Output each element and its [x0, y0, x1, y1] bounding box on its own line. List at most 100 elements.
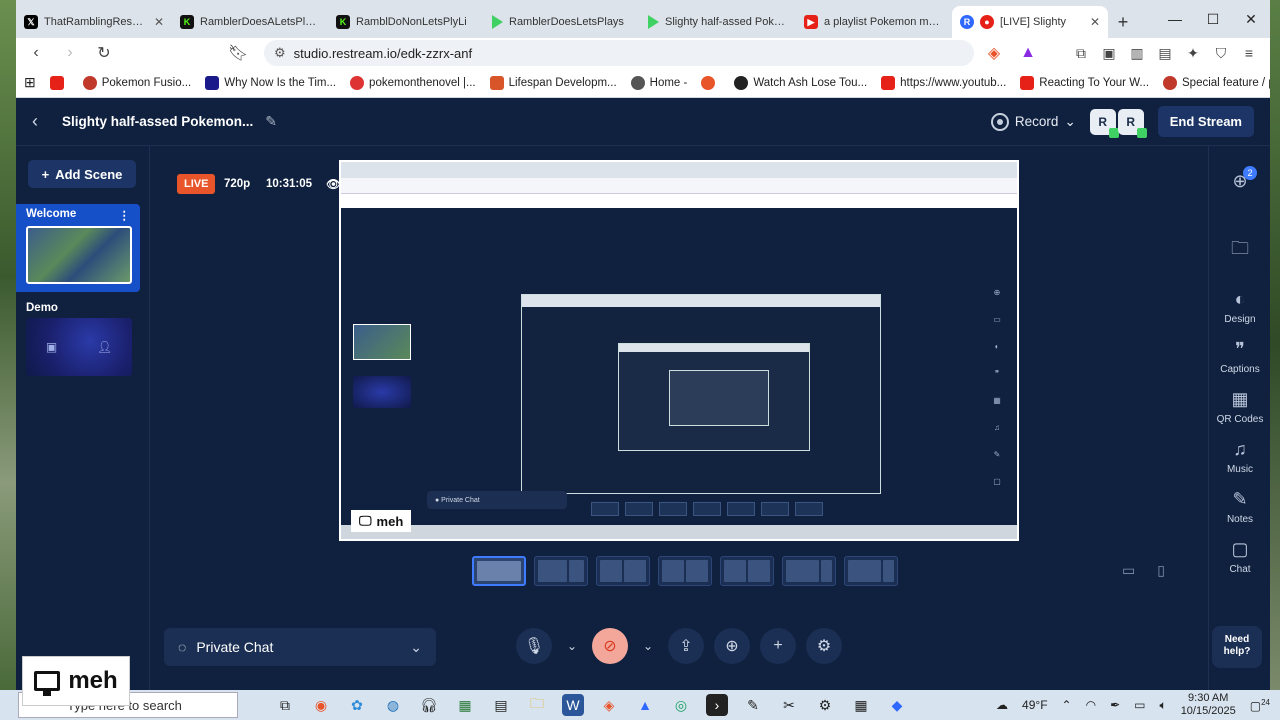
bookmark-item[interactable]: Reacting To Your W... — [1020, 75, 1149, 90]
design-button[interactable]: ◐ Design — [1209, 288, 1270, 326]
pen-icon[interactable]: ✒ — [1110, 698, 1120, 712]
need-help-button[interactable]: Need help? — [1212, 626, 1262, 668]
browser-tab[interactable]: Slighty half-assed Pokem — [640, 6, 796, 38]
extensions-icon[interactable]: ⧉ — [1072, 44, 1090, 62]
browser-tab[interactable]: 𝕏ThatRamblingResearcher✕ — [16, 6, 172, 38]
bookmark-item[interactable]: Special feature / pla... — [1163, 75, 1270, 90]
settings-icon[interactable]: ⚙ — [814, 694, 836, 716]
add-source-button[interactable]: + — [760, 628, 796, 664]
layout-option[interactable] — [658, 556, 712, 586]
bookmark-icon[interactable]: 🔖︎ — [224, 40, 252, 66]
chrome-icon[interactable]: ◎ — [670, 694, 692, 716]
paint-icon[interactable]: ✎ — [742, 694, 764, 716]
avatar[interactable]: R — [1117, 108, 1147, 138]
brave-shield-icon[interactable]: ◈ — [980, 40, 1008, 66]
portrait-icon[interactable]: ▯ — [1157, 562, 1165, 579]
word-icon[interactable]: W — [562, 694, 584, 716]
browser-tab-active[interactable]: R ● [LIVE] Slighty ✕ — [952, 6, 1108, 38]
brave-rewards-icon[interactable]: ▲ — [1014, 40, 1042, 66]
copilot-icon[interactable]: ✿ — [346, 694, 368, 716]
bookmark-item[interactable]: pokemonthenovel |... — [350, 75, 476, 90]
stream-preview[interactable]: ● Private Chat ⊕ ▭ ◐ ❞ ▦ ♫ ✎ ▢ 🖵︎ meh — [339, 160, 1019, 541]
calculator-icon[interactable]: ▤ — [490, 694, 512, 716]
spreadsheet-icon[interactable]: ▦ — [454, 694, 476, 716]
reload-icon[interactable]: ↻ — [90, 40, 118, 66]
bookmark-item[interactable] — [49, 75, 69, 90]
wallet-icon[interactable]: ▤ — [1156, 44, 1174, 62]
bookmark-item[interactable]: Watch Ash Lose Tou... — [734, 75, 867, 90]
snipping-icon[interactable]: ✂ — [778, 694, 800, 716]
camera-toggle-button[interactable]: ⊘ — [592, 628, 628, 664]
sidebar-icon[interactable]: ▥ — [1128, 44, 1146, 62]
volume-icon[interactable]: 🔈︎ — [1159, 698, 1166, 713]
task-view-icon[interactable]: ⧉ — [274, 694, 296, 716]
private-chat-dropdown[interactable]: ◌ Private Chat ⌄ — [164, 628, 436, 666]
notifications-icon[interactable]: ▢24 — [1250, 698, 1270, 713]
layout-option[interactable] — [472, 556, 526, 586]
layout-option[interactable] — [782, 556, 836, 586]
site-info-icon[interactable]: ⚙ — [274, 45, 286, 61]
edge-icon[interactable]: ◍ — [382, 694, 404, 716]
new-tab-button[interactable]: + — [1108, 6, 1138, 38]
avatar[interactable]: R — [1089, 108, 1119, 138]
apps-icon[interactable]: ⊞ — [24, 74, 36, 91]
music-button[interactable]: ♫ Music — [1209, 438, 1270, 476]
settings-button[interactable]: ⚙ — [806, 628, 842, 664]
invite-button[interactable]: ⊕ — [714, 628, 750, 664]
share-screen-button[interactable]: ⇪ — [668, 628, 704, 664]
layout-option[interactable] — [534, 556, 588, 586]
camera-options-chevron[interactable]: ⌄ — [638, 639, 658, 653]
qr-codes-button[interactable]: ▦ QR Codes — [1209, 388, 1270, 426]
wifi-icon[interactable]: ◠ — [1086, 698, 1096, 712]
browser-tab[interactable]: K RamblDoNonLetsPlyLi — [328, 6, 484, 38]
bookmark-item[interactable]: Lifespan Developm... — [489, 75, 617, 90]
back-arrow-icon[interactable]: ‹ — [22, 40, 50, 66]
close-window-icon[interactable]: ✕ — [1232, 0, 1270, 38]
mic-options-chevron[interactable]: ⌄ — [562, 639, 582, 653]
bookmark-item[interactable]: https://www.youtub... — [881, 75, 1006, 90]
terminal-icon[interactable]: › — [706, 694, 728, 716]
show-hidden-icons[interactable]: ⌃ — [1062, 698, 1072, 712]
landscape-icon[interactable]: ▭ — [1122, 562, 1135, 579]
vpn-icon[interactable]: ⛉ — [1212, 44, 1230, 62]
browser-tab[interactable]: K RamblerDoesALetsPlay St — [172, 6, 328, 38]
brave-icon[interactable]: ◈ — [598, 694, 620, 716]
firefox-icon[interactable]: ◉ — [310, 694, 332, 716]
bookmark-item[interactable] — [701, 75, 720, 90]
layout-option[interactable] — [844, 556, 898, 586]
screenshot-icon[interactable]: ▣ — [1100, 44, 1118, 62]
bookmark-item[interactable]: Why Now Is the Tim... — [205, 75, 336, 90]
close-tab-icon[interactable]: ✕ — [1090, 15, 1100, 29]
edit-title-icon[interactable]: ✎ — [265, 113, 277, 130]
minimize-icon[interactable]: — — [1156, 0, 1194, 38]
app-icon[interactable]: ◆ — [886, 694, 908, 716]
record-button[interactable]: Record ⌄ — [990, 112, 1076, 131]
scene-demo[interactable]: Demo ▣ 👤︎ — [16, 298, 140, 376]
forward-arrow-icon[interactable]: › — [56, 40, 84, 66]
more-options-icon[interactable]: ⋮ — [119, 208, 131, 222]
notes-button[interactable]: ✎ Notes — [1209, 488, 1270, 526]
calendar-icon[interactable]: ▦ — [850, 694, 872, 716]
leo-ai-icon[interactable]: ✦ — [1184, 44, 1202, 62]
layout-option[interactable] — [596, 556, 650, 586]
chat-button[interactable]: ▢ Chat — [1209, 538, 1270, 576]
scene-welcome[interactable]: Welcome ⋮ — [16, 204, 140, 292]
arc-icon[interactable]: ▲ — [634, 694, 656, 716]
add-scene-button[interactable]: + Add Scene — [28, 160, 136, 188]
microphone-button[interactable]: 🎙︎ — [516, 628, 552, 664]
url-field[interactable]: ⚙ studio.restream.io/edk-zzrx-anf — [264, 40, 974, 66]
display-icon[interactable]: ▭ — [1134, 698, 1145, 712]
bookmark-item[interactable]: Home - — [630, 75, 687, 90]
clock[interactable]: 9:30 AM 10/15/2025 — [1181, 692, 1236, 718]
bookmark-item[interactable]: Pokemon Fusio... — [82, 75, 191, 90]
menu-icon[interactable]: ≡ — [1240, 44, 1258, 62]
layout-option[interactable] — [720, 556, 774, 586]
maximize-icon[interactable]: ☐ — [1194, 0, 1232, 38]
invite-guests-button[interactable]: ⊕ 2 — [1209, 166, 1270, 192]
media-button[interactable]: 🗀︎ — [1209, 238, 1270, 262]
headphones-icon[interactable]: 🎧︎ — [418, 694, 440, 716]
close-tab-icon[interactable]: ✕ — [154, 15, 164, 29]
end-stream-button[interactable]: End Stream — [1157, 106, 1254, 137]
weather-icon[interactable]: ☁ — [996, 698, 1008, 712]
file-explorer-icon[interactable]: 🗀︎ — [526, 694, 548, 716]
